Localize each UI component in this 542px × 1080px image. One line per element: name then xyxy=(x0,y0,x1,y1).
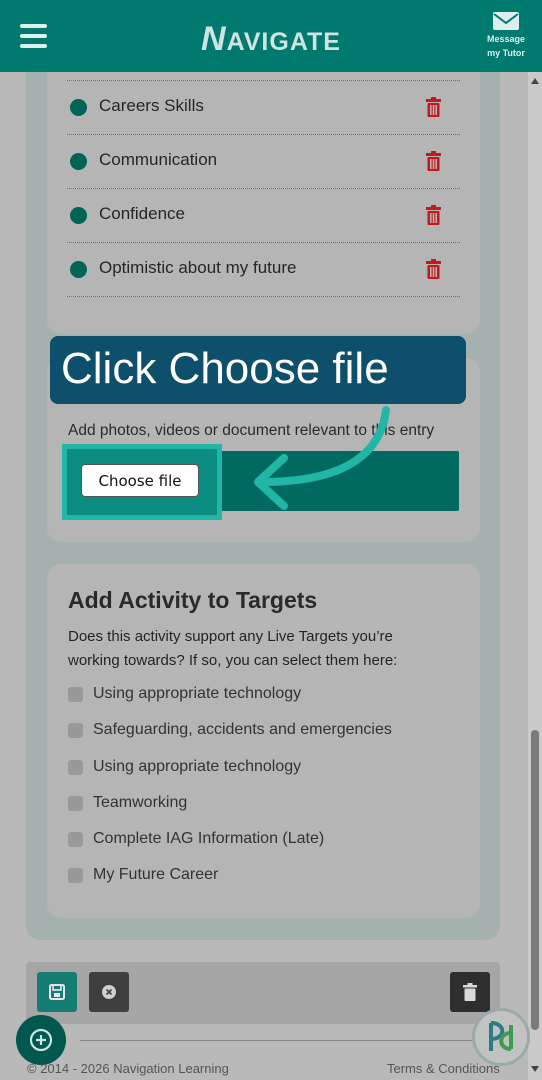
option-label: Using appropriate technology xyxy=(93,685,302,702)
footer-divider xyxy=(80,1040,480,1041)
app-header: NAVIGATE Message my Tutor xyxy=(0,0,542,72)
trash-icon[interactable] xyxy=(425,205,442,225)
plus-circle-icon xyxy=(29,1028,53,1052)
terms-link[interactable]: Terms & Conditions xyxy=(387,1061,500,1076)
envelope-icon xyxy=(493,12,519,30)
status-dot xyxy=(70,153,87,170)
target-label: Careers Skills xyxy=(99,96,204,115)
trash-icon[interactable] xyxy=(425,259,442,279)
delete-button[interactable] xyxy=(450,972,490,1012)
checkbox[interactable] xyxy=(68,868,83,883)
bot-icon xyxy=(489,1021,513,1051)
trash-icon[interactable] xyxy=(425,151,442,171)
target-row: Communication xyxy=(67,135,460,189)
add-entry-fab[interactable] xyxy=(16,1015,66,1065)
checkbox[interactable] xyxy=(68,832,83,847)
trash-icon[interactable] xyxy=(425,97,442,117)
status-dot xyxy=(70,261,87,278)
target-row: Careers Skills xyxy=(67,81,460,135)
message-tutor-button[interactable]: Message my Tutor xyxy=(478,12,534,60)
pointer-arrow-icon xyxy=(254,406,390,510)
save-icon xyxy=(49,984,65,1000)
status-dot xyxy=(70,99,87,116)
section-question: Does this activity support any Live Targ… xyxy=(68,628,398,669)
target-row: Confidence xyxy=(67,189,460,243)
section-title: Add Activity to Targets xyxy=(68,587,318,613)
status-dot xyxy=(70,207,87,224)
tutorial-callout: Click Choose file xyxy=(50,336,466,404)
checkbox[interactable] xyxy=(68,760,83,775)
target-label: Communication xyxy=(99,150,218,169)
help-bot-avatar[interactable] xyxy=(472,1008,530,1066)
trash-icon xyxy=(463,983,477,1001)
option-label: Safeguarding, accidents and emergencies xyxy=(93,721,392,738)
option-label: My Future Career xyxy=(93,866,219,883)
option-label: Teamworking xyxy=(93,794,188,811)
close-circle-icon xyxy=(102,985,116,999)
scroll-down-arrow[interactable] xyxy=(531,1066,539,1072)
choose-file-button[interactable]: Choose file xyxy=(81,464,199,497)
checkbox[interactable] xyxy=(68,796,83,811)
checkbox[interactable] xyxy=(68,687,83,702)
target-label: Confidence xyxy=(99,204,186,223)
callout-text: Click Choose file xyxy=(61,344,389,393)
target-row: Optimistic about my future xyxy=(67,243,460,297)
option-label: Complete IAG Information (Late) xyxy=(93,830,325,847)
copyright-text: © 2014 - 2026 Navigation Learning xyxy=(27,1061,229,1076)
add-targets-card xyxy=(47,564,480,918)
scroll-up-arrow[interactable] xyxy=(531,78,539,84)
target-label: Optimistic about my future xyxy=(99,258,297,277)
save-button[interactable] xyxy=(37,972,77,1012)
checkbox[interactable] xyxy=(68,723,83,738)
option-label: Using appropriate technology xyxy=(93,758,302,775)
scrollbar-thumb[interactable] xyxy=(531,730,539,1030)
navigate-logo: NAVIGATE xyxy=(201,20,341,58)
cancel-button[interactable] xyxy=(89,972,129,1012)
